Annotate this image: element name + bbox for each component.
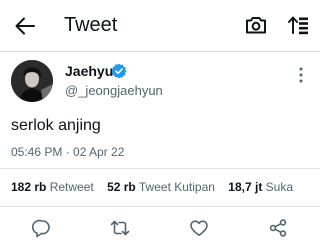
more-vertical-icon	[299, 67, 303, 83]
retweet-icon	[110, 220, 130, 236]
user-handle[interactable]: @_jeongjaehyun	[65, 83, 163, 98]
retweet-count[interactable]: 182 rb Retweet	[11, 180, 94, 194]
page-title: Tweet	[64, 14, 118, 36]
tweet-timestamp: 05:46 PM · 02 Apr 22	[11, 145, 125, 159]
camera-button[interactable]	[244, 13, 268, 37]
share-button[interactable]	[268, 218, 288, 238]
like-count-value: 18,7 jt	[228, 180, 263, 194]
top-app-bar: Tweet	[0, 0, 320, 52]
tweet-actions	[0, 206, 320, 251]
retweet-button[interactable]	[110, 218, 130, 238]
avatar[interactable]	[11, 60, 53, 102]
reply-button[interactable]	[31, 218, 52, 238]
quote-count[interactable]: 52 rb Tweet Kutipan	[107, 180, 215, 194]
like-icon	[190, 220, 208, 236]
share-icon	[269, 219, 287, 237]
back-button[interactable]	[10, 12, 40, 40]
arrow-left-icon	[15, 17, 35, 35]
more-options-button[interactable]	[294, 66, 308, 84]
sort-button[interactable]	[286, 13, 310, 37]
like-button[interactable]	[189, 218, 209, 238]
sort-icon	[288, 16, 308, 35]
retweet-count-label: Retweet	[49, 180, 94, 194]
like-count[interactable]: 18,7 jt Suka	[228, 180, 293, 194]
like-count-label: Suka	[265, 180, 294, 194]
quote-count-value: 52 rb	[107, 180, 136, 194]
camera-icon	[246, 17, 266, 34]
tweet-text: serlok anjing	[11, 117, 101, 134]
reply-icon	[31, 219, 50, 238]
verified-badge-icon	[111, 63, 127, 79]
engagement-stats: 182 rb Retweet 52 rb Tweet Kutipan 18,7 …	[11, 180, 293, 194]
divider	[0, 168, 320, 169]
retweet-count-value: 182 rb	[11, 180, 47, 194]
quote-count-label: Tweet Kutipan	[138, 180, 215, 194]
